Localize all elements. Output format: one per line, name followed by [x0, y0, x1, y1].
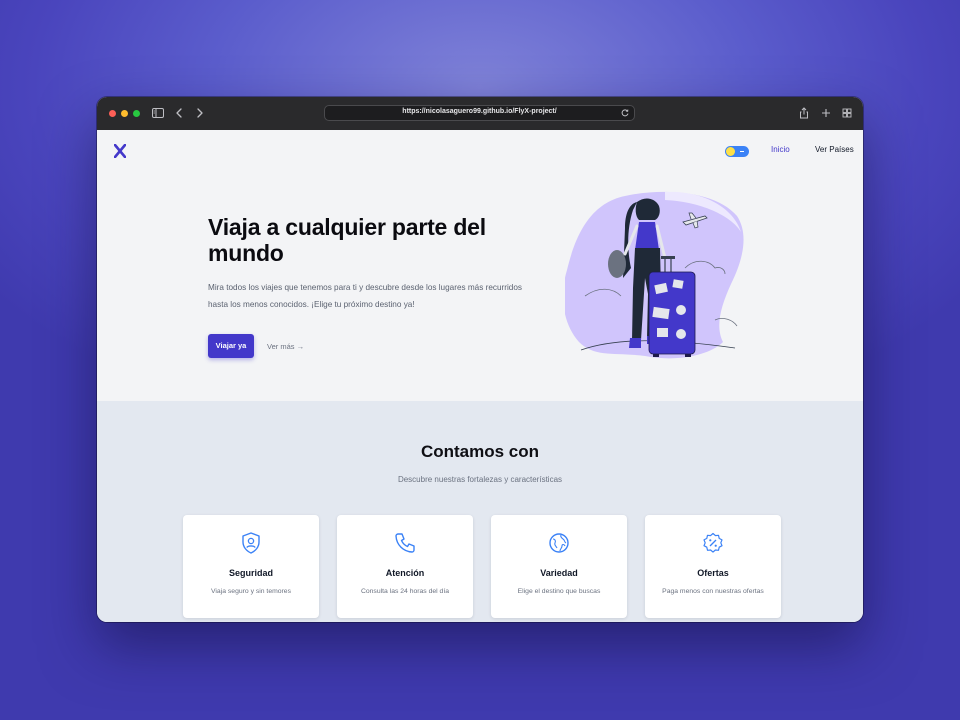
new-tab-icon[interactable]: [819, 106, 833, 120]
nav-link-inicio[interactable]: Inicio: [771, 145, 790, 154]
feature-title: Seguridad: [228, 568, 273, 578]
feature-card-variedad: Variedad Elige el destino que buscas: [491, 515, 627, 618]
feature-title: Ofertas: [697, 568, 729, 578]
close-window-button[interactable]: [109, 110, 116, 117]
browser-window: https://nicolasaguero99.github.io/FlyX-p…: [97, 97, 863, 622]
tabs-overview-icon[interactable]: [840, 106, 854, 120]
hero-title: Viaja a cualquier parte del mundo: [208, 214, 486, 266]
toggle-track-mark: [740, 151, 744, 152]
feature-description: Consulta las 24 horas del día: [360, 588, 450, 595]
minimize-window-button[interactable]: [121, 110, 128, 117]
feature-title: Atención: [385, 568, 425, 578]
feature-card-ofertas: Ofertas Paga menos con nuestras ofertas: [645, 515, 781, 618]
ver-mas-link[interactable]: Ver más →: [267, 342, 304, 351]
feature-card-atencion: Atención Consulta las 24 horas del día: [337, 515, 473, 618]
discount-badge-icon: [701, 531, 725, 555]
globe-icon: [547, 531, 571, 555]
hero-description: Mira todos los viajes que tenemos para t…: [208, 283, 523, 309]
viajar-ya-button[interactable]: Viajar ya: [208, 334, 254, 358]
feature-description: Elige el destino que buscas: [517, 588, 601, 595]
reload-icon[interactable]: [620, 108, 630, 118]
browser-toolbar: https://nicolasaguero99.github.io/FlyX-p…: [97, 97, 863, 130]
forward-icon[interactable]: [193, 106, 207, 120]
nav-link-ver-paises[interactable]: Ver Países: [815, 145, 854, 154]
share-icon[interactable]: [797, 106, 811, 120]
feature-description: Viaja seguro y sin temores: [211, 588, 291, 595]
feature-description: Paga menos con nuestras ofertas: [662, 588, 764, 595]
features-title: Contamos con: [420, 442, 540, 461]
features-section: Contamos con Descubre nuestras fortaleza…: [97, 401, 863, 622]
flyx-logo-icon[interactable]: [114, 144, 126, 158]
theme-toggle[interactable]: [725, 146, 749, 157]
sidebar-icon[interactable]: [151, 106, 165, 120]
zoom-window-button[interactable]: [133, 110, 140, 117]
feature-card-seguridad: Seguridad Viaja seguro y sin temores: [183, 515, 319, 618]
web-page: Inicio Ver Países Viaja a cualquier part…: [97, 130, 863, 622]
feature-title: Variedad: [540, 568, 578, 578]
url-text: https://nicolasaguero99.github.io/FlyX-p…: [402, 108, 557, 115]
shield-user-icon: [239, 531, 263, 555]
features-subtitle: Descubre nuestras fortalezas y caracterí…: [397, 475, 563, 484]
traveler-illustration: [565, 188, 747, 374]
sun-icon: [726, 147, 735, 156]
address-bar[interactable]: https://nicolasaguero99.github.io/FlyX-p…: [324, 105, 635, 121]
back-icon[interactable]: [172, 106, 186, 120]
phone-icon: [393, 531, 417, 555]
